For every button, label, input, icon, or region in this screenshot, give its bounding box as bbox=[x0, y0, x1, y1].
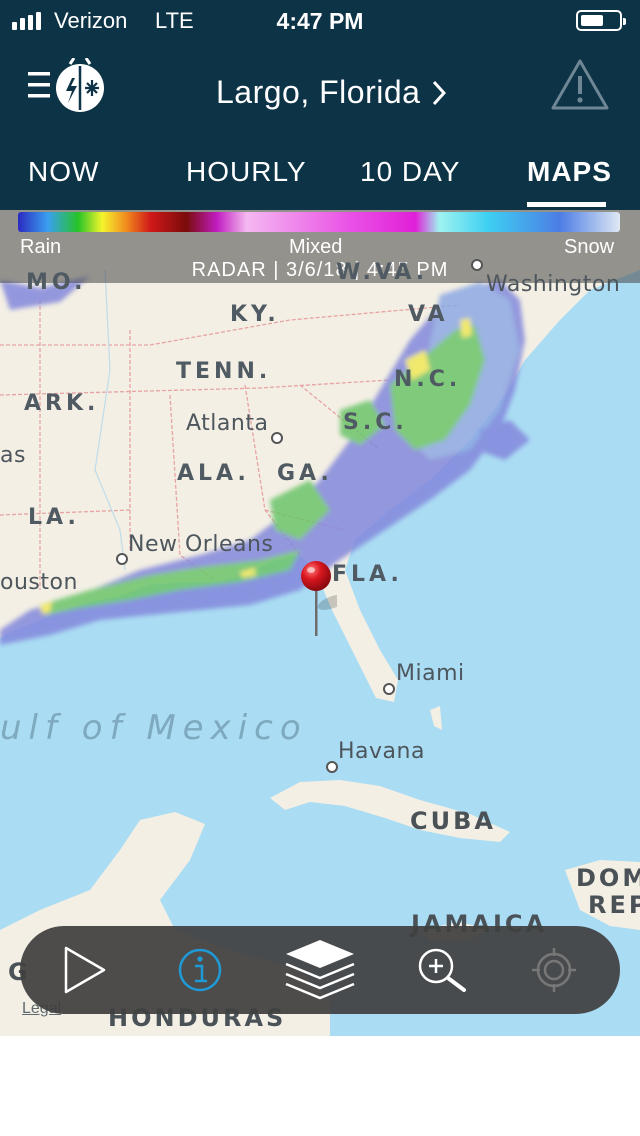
map-label-ky: KY. bbox=[230, 302, 280, 327]
map-label-nc: N.C. bbox=[394, 367, 462, 392]
legend-rain-label: Rain bbox=[20, 236, 62, 258]
map-label-havana: Havana bbox=[338, 739, 425, 764]
map-label-miami: Miami bbox=[396, 661, 465, 686]
precipitation-color-scale bbox=[18, 212, 620, 232]
crosshair-icon[interactable] bbox=[524, 940, 584, 1000]
map-label-dallas-partial: as bbox=[0, 443, 26, 468]
location-name: Largo, Florida bbox=[216, 74, 421, 110]
map-toolbar bbox=[20, 926, 620, 1014]
map-label-mo: MO. bbox=[26, 270, 87, 295]
tab-10-day[interactable]: 10 DAY bbox=[360, 156, 460, 188]
city-dot-havana bbox=[326, 761, 338, 773]
alert-triangle-icon[interactable] bbox=[550, 58, 610, 112]
map-label-sc: S.C. bbox=[343, 410, 408, 435]
app-header: Largo, Florida NOW HOURLY 10 DAY MAPS bbox=[0, 40, 640, 210]
city-dot-new-orleans bbox=[116, 553, 128, 565]
city-dot-washington bbox=[471, 259, 483, 271]
battery-icon bbox=[576, 10, 626, 31]
zoom-in-icon[interactable] bbox=[410, 940, 470, 1000]
location-pin-icon[interactable] bbox=[297, 560, 337, 640]
tab-now[interactable]: NOW bbox=[28, 156, 99, 188]
map-label-dominican: DOM bbox=[576, 864, 640, 892]
map-label-washington: Washington bbox=[486, 272, 621, 297]
map-label-ark: ARK. bbox=[24, 391, 100, 416]
map-label-gulf-of-mexico: ulf of Mexico bbox=[0, 708, 308, 748]
map-label-ala: ALA. bbox=[177, 461, 250, 486]
play-icon[interactable] bbox=[54, 940, 114, 1000]
status-time: 4:47 PM bbox=[276, 8, 364, 34]
map-label-fla: FLA. bbox=[332, 562, 403, 587]
legend-snow-label: Snow bbox=[564, 236, 615, 258]
map-label-republic: REP bbox=[588, 891, 640, 919]
tab-bar: NOW HOURLY 10 DAY MAPS bbox=[0, 150, 640, 210]
battery-level bbox=[581, 15, 603, 26]
info-icon[interactable] bbox=[170, 940, 230, 1000]
status-bar: Verizon LTE 4:47 PM bbox=[0, 0, 640, 40]
city-dot-miami bbox=[383, 683, 395, 695]
map-label-wva: W.VA. bbox=[336, 260, 429, 285]
radar-map[interactable]: Rain Mixed Snow RADAR | 3/6/18 | 4:45 PM… bbox=[0, 210, 640, 1036]
tab-hourly[interactable]: HOURLY bbox=[186, 156, 307, 188]
map-label-la: LA. bbox=[28, 505, 80, 530]
map-label-va: VA bbox=[408, 302, 449, 327]
legend-mixed-label: Mixed bbox=[289, 236, 343, 258]
chevron-right-icon bbox=[433, 80, 447, 105]
map-label-atlanta: Atlanta bbox=[186, 411, 269, 436]
map-label-new-orleans: New Orleans bbox=[128, 532, 274, 557]
map-label-cuba: CUBA bbox=[410, 807, 496, 835]
map-label-tenn: TENN. bbox=[176, 359, 272, 384]
location-selector[interactable]: Largo, Florida bbox=[216, 74, 447, 111]
tab-maps[interactable]: MAPS bbox=[527, 156, 612, 188]
map-label-houston: ouston bbox=[0, 570, 78, 595]
map-label-ga: GA. bbox=[277, 461, 333, 486]
layers-icon[interactable] bbox=[282, 936, 358, 1000]
active-tab-indicator bbox=[527, 202, 606, 207]
city-dot-atlanta bbox=[271, 432, 283, 444]
menu-logo-icon[interactable] bbox=[28, 58, 108, 114]
